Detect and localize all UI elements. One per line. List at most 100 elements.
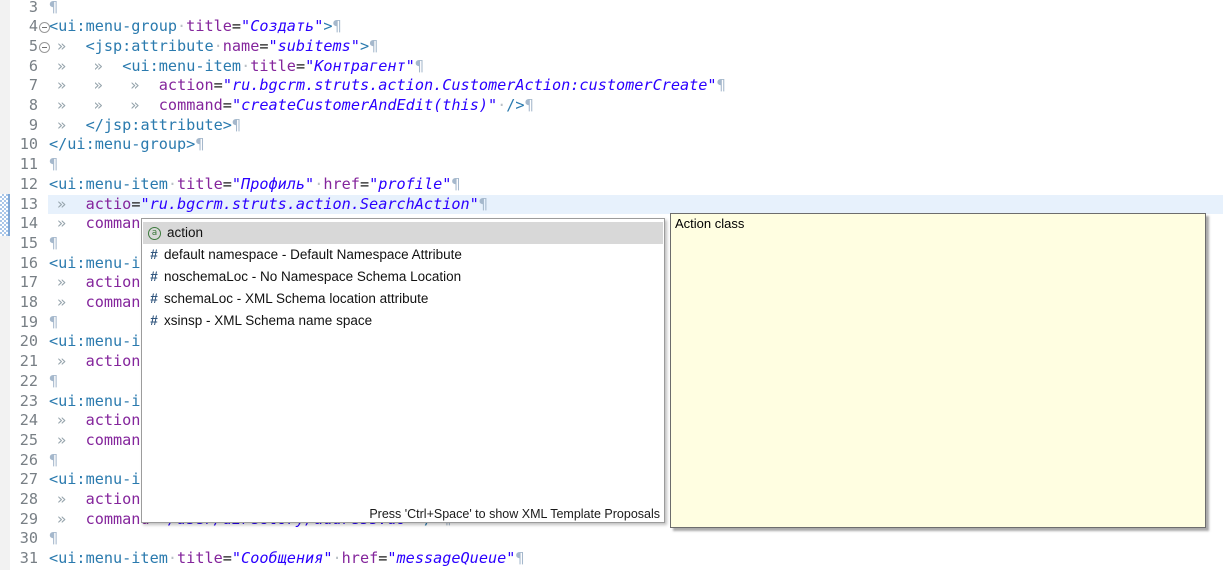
space-dot: · <box>168 549 177 567</box>
paragraph-mark: ¶ <box>195 135 204 153</box>
code-tag: <ui:menu-i <box>49 470 140 488</box>
code-line[interactable]: 3¶ <box>0 0 1223 17</box>
tab-marker: » <box>49 293 86 313</box>
tab-marker: » <box>49 214 86 234</box>
proposal-info-tooltip: Action class <box>670 213 1206 528</box>
code-tag: <ui:menu-i <box>49 332 140 350</box>
proposal-item[interactable]: #default namespace - Default Namespace A… <box>143 244 663 266</box>
code-line[interactable]: 6»»<ui:menu-item·title="Контрагент"¶ <box>0 57 1223 77</box>
paragraph-mark: ¶ <box>49 529 58 547</box>
code-tag: <ui:menu-item <box>49 549 168 567</box>
tab-marker: » <box>86 76 123 96</box>
annotation-ruler[interactable] <box>0 0 10 570</box>
paragraph-mark: ¶ <box>232 116 241 134</box>
paragraph-mark: ¶ <box>415 57 424 75</box>
code-attr: name <box>223 37 260 55</box>
tab-marker: » <box>122 76 159 96</box>
paragraph-mark: ¶ <box>49 0 58 16</box>
code-attr: action <box>86 411 141 429</box>
range-indicator <box>0 194 10 236</box>
code-line[interactable]: 9»</jsp:attribute>¶ <box>0 116 1223 136</box>
proposal-list: aaction#default namespace - Default Name… <box>143 222 663 332</box>
proposal-item[interactable]: #schemaLoc - XML Schema location attribu… <box>143 288 663 310</box>
code-line[interactable]: 11¶ <box>0 155 1223 175</box>
tab-marker: » <box>122 96 159 116</box>
tab-marker: » <box>49 96 86 116</box>
code-attr: actio <box>86 195 132 213</box>
tab-marker: » <box>49 431 86 451</box>
code-attr: command <box>159 96 223 114</box>
code-eq: = <box>214 76 223 94</box>
code-attr: title <box>177 549 223 567</box>
code-attr: title <box>186 17 232 35</box>
code-line[interactable]: 12<ui:menu-item·title="Профиль"·href="pr… <box>0 175 1223 195</box>
paragraph-mark: ¶ <box>49 155 58 173</box>
code-line-current[interactable]: 13»actio="ru.bgcrm.struts.action.SearchA… <box>0 195 1223 215</box>
code-val: "ru.bgcrm.struts.action.SearchAction" <box>140 195 478 213</box>
proposal-label: noschemaLoc - No Namespace Schema Locati… <box>164 266 461 288</box>
code-eq: = <box>223 175 232 193</box>
proposal-label: action <box>167 222 203 244</box>
tab-marker: » <box>86 57 123 77</box>
code-tag: </jsp:attribute> <box>86 116 232 134</box>
space-dot: · <box>333 549 342 567</box>
proposal-label: default namespace - Default Namespace At… <box>164 244 462 266</box>
code-val: "createCustomerAndEdit(this)" <box>232 96 497 114</box>
paragraph-mark: ¶ <box>333 17 342 35</box>
code-line[interactable]: 8»»»command="createCustomerAndEdit(this)… <box>0 96 1223 116</box>
code-attr: comman <box>86 214 141 232</box>
space-dot: · <box>177 17 186 35</box>
code-line[interactable]: 5»<jsp:attribute·name="subitems">¶ <box>0 37 1223 57</box>
code-attr: title <box>250 57 296 75</box>
tab-marker: » <box>49 273 86 293</box>
collapse-icon[interactable] <box>39 42 50 53</box>
code-tag: <ui:menu-i <box>49 254 140 272</box>
code-eq: = <box>296 57 305 75</box>
code-attr: action <box>86 352 141 370</box>
tab-marker: » <box>49 352 86 372</box>
paragraph-mark: ¶ <box>369 37 378 55</box>
template-icon: # <box>148 244 160 266</box>
code-eq: = <box>360 175 369 193</box>
proposal-item[interactable]: #xsinsp - XML Schema name space <box>143 310 663 332</box>
code-attr: title <box>177 175 223 193</box>
tab-marker: » <box>49 490 86 510</box>
proposal-item[interactable]: aaction <box>143 222 663 244</box>
code-val: "profile" <box>369 175 451 193</box>
template-icon: # <box>148 288 160 310</box>
code-val: "Контрагент" <box>305 57 415 75</box>
code-line[interactable]: 30¶ <box>0 529 1223 549</box>
paragraph-mark: ¶ <box>479 195 488 213</box>
tab-marker: » <box>49 411 86 431</box>
code-line[interactable]: 7»»»action="ru.bgcrm.struts.action.Custo… <box>0 76 1223 96</box>
code-val: "Сообщения" <box>232 549 333 567</box>
paragraph-mark: ¶ <box>49 234 58 252</box>
space-dot: · <box>314 175 323 193</box>
code-val: "Профиль" <box>232 175 314 193</box>
code-val: "subitems" <box>269 37 360 55</box>
code-line[interactable]: 31<ui:menu-item·title="Сообщения"·href="… <box>0 549 1223 569</box>
code-line[interactable]: 4<ui:menu-group·title="Создать">¶ <box>0 17 1223 37</box>
space-dot: · <box>497 96 506 114</box>
code-attr: action <box>159 76 214 94</box>
template-icon: # <box>148 266 160 288</box>
tooltip-text: Action class <box>675 216 744 231</box>
code-eq: = <box>259 37 268 55</box>
space-dot: · <box>168 175 177 193</box>
code-tag: <jsp:attribute <box>86 37 214 55</box>
paragraph-mark: ¶ <box>49 372 58 390</box>
code-attr: comman <box>86 293 141 311</box>
paragraph-mark: ¶ <box>717 76 726 94</box>
code-attr: href <box>342 549 379 567</box>
proposal-label: schemaLoc - XML Schema location attribut… <box>164 288 428 310</box>
tab-marker: » <box>49 37 86 57</box>
code-line[interactable]: 10</ui:menu-group>¶ <box>0 135 1223 155</box>
proposal-item[interactable]: #noschemaLoc - No Namespace Schema Locat… <box>143 266 663 288</box>
code-eq: = <box>232 17 241 35</box>
content-assist-popup: aaction#default namespace - Default Name… <box>141 218 665 523</box>
paragraph-mark: ¶ <box>525 96 534 114</box>
space-dot: · <box>241 57 250 75</box>
code-attr: action <box>86 273 141 291</box>
tab-marker: » <box>86 96 123 116</box>
paragraph-mark: ¶ <box>515 549 524 567</box>
